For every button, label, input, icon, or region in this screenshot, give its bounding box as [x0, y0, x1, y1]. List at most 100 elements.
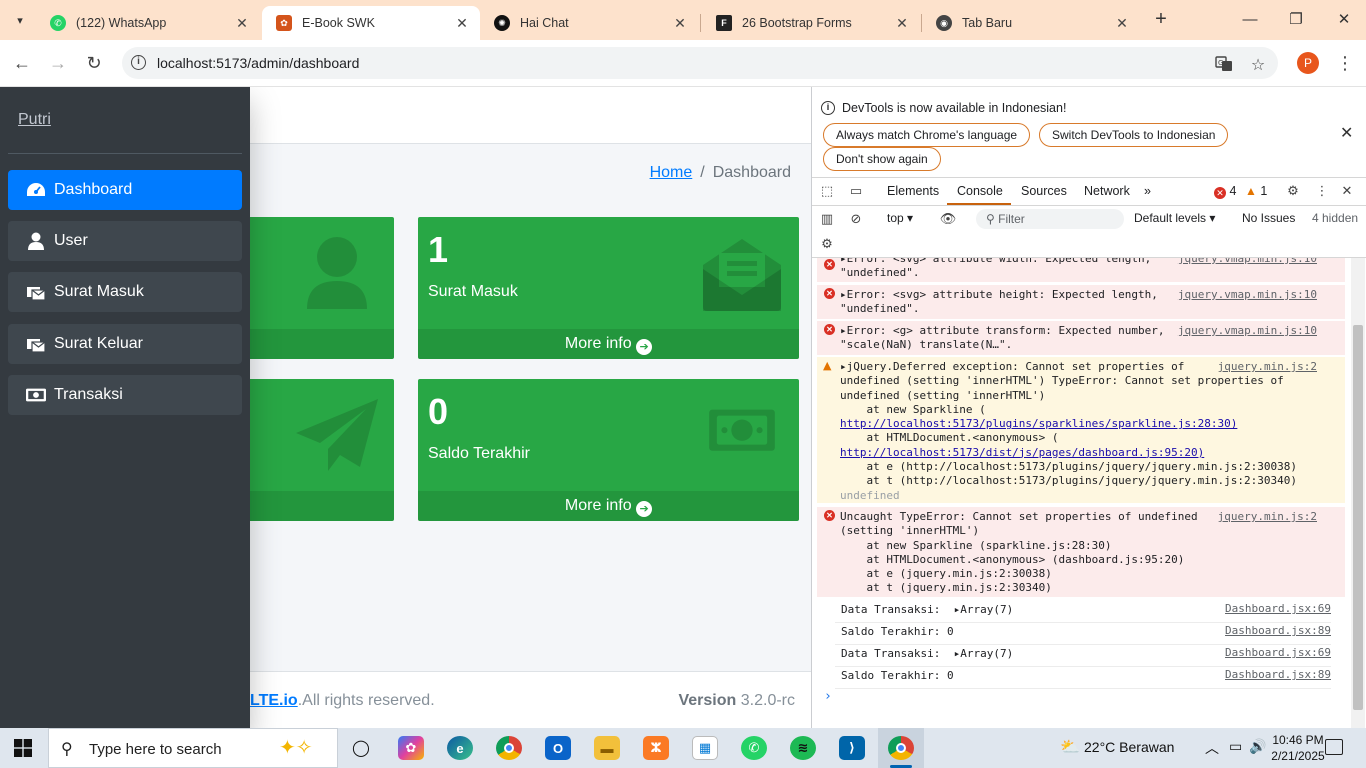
microsoft-store-icon[interactable]: ▦: [692, 736, 718, 760]
restore-icon[interactable]: ❐: [1284, 8, 1308, 32]
sidebar-item-dashboard[interactable]: Dashboard: [8, 170, 242, 210]
close-window-icon[interactable]: ✕: [1332, 8, 1356, 32]
warning-count-badge[interactable]: ▲ 1: [1245, 184, 1267, 198]
close-tab-icon[interactable]: ✕: [452, 15, 472, 32]
show-hidden-icons-chevron-icon[interactable]: ︿: [1205, 738, 1219, 758]
address-bar[interactable]: i localhost:5173/admin/dashboard G ☆: [122, 47, 1278, 79]
task-view-icon[interactable]: ◯: [348, 736, 374, 760]
console-input-prompt[interactable]: ›: [824, 689, 832, 704]
sidebar-item-surat-keluar[interactable]: Surat Keluar: [8, 324, 242, 364]
volume-icon[interactable]: 🔊: [1249, 738, 1266, 755]
tab-sources[interactable]: Sources: [1021, 184, 1067, 198]
settings-gear-icon[interactable]: ⚙: [1284, 183, 1302, 201]
log-levels-dropdown[interactable]: Default levels ▾: [1134, 211, 1215, 225]
device-toolbar-icon[interactable]: ▭: [847, 183, 865, 201]
console-scrollbar-thumb[interactable]: [1353, 325, 1363, 710]
more-info-link[interactable]: More info ➔: [418, 491, 799, 521]
chrome-profile-icon[interactable]: [888, 736, 914, 760]
windows-start-icon[interactable]: [14, 739, 32, 757]
close-infobar-icon[interactable]: ✕: [1340, 123, 1353, 143]
message-source-link[interactable]: jquery.min.js:2: [1218, 510, 1317, 524]
message-source-link[interactable]: Dashboard.jsx:89: [1225, 668, 1331, 682]
more-info-link[interactable]: More info ➔: [418, 329, 799, 359]
xampp-icon[interactable]: ⵣ: [643, 736, 669, 760]
tab-console[interactable]: Console: [957, 184, 1003, 198]
sidebar-item-surat-masuk[interactable]: Surat Masuk: [8, 272, 242, 312]
sidebar-toggle-icon[interactable]: ▥: [818, 211, 836, 229]
chrome-icon[interactable]: [496, 736, 522, 760]
browser-tab-whatsapp[interactable]: ✆ (122) WhatsApp ✕: [36, 6, 260, 40]
bookmark-star-icon[interactable]: ☆: [1248, 55, 1268, 74]
console-settings-gear-icon[interactable]: ⚙: [818, 236, 836, 254]
taskbar-search-box[interactable]: ⚲ Type here to search ✦✧: [48, 728, 338, 768]
stack-trace-link[interactable]: at e (http://localhost:5173/plugins/jque…: [840, 460, 1345, 474]
sidebar-brand-user[interactable]: Putri: [18, 111, 51, 129]
notification-center-icon[interactable]: [1325, 739, 1343, 755]
stack-trace-link[interactable]: at t (jquery.min.js:2:30340): [840, 581, 1345, 595]
clear-console-icon[interactable]: ⊘: [847, 211, 865, 229]
message-source-link[interactable]: jquery.vmap.min.js:10: [1178, 288, 1317, 302]
message-source-link[interactable]: jquery.vmap.min.js:10: [1178, 324, 1317, 338]
message-line[interactable]: Data Transaksi: ▸Array(7): [841, 647, 1013, 660]
dont-show-again-button[interactable]: Don't show again: [823, 147, 941, 171]
tab-network[interactable]: Network: [1084, 184, 1130, 198]
edge-icon[interactable]: e: [447, 736, 473, 760]
taskbar-clock[interactable]: 10:46 PM 2/21/2025: [1268, 732, 1328, 764]
close-tab-icon[interactable]: ✕: [1112, 15, 1132, 32]
stack-trace-link[interactable]: at t (http://localhost:5173/plugins/jque…: [840, 474, 1345, 488]
tab-search-button[interactable]: ▾: [8, 8, 32, 32]
chrome-menu-icon[interactable]: ⋮: [1336, 52, 1354, 74]
forward-arrow-icon[interactable]: →: [46, 52, 70, 76]
stack-trace-link[interactable]: at new Sparkline (sparkline.js:28:30): [840, 539, 1345, 553]
browser-tab-hai-chat[interactable]: ✺ Hai Chat ✕: [480, 6, 698, 40]
back-arrow-icon[interactable]: ←: [10, 52, 34, 76]
copilot-icon[interactable]: ✿: [398, 736, 424, 760]
tab-elements[interactable]: Elements: [887, 184, 939, 198]
url-text[interactable]: localhost:5173/admin/dashboard: [157, 55, 359, 71]
issues-counter[interactable]: No Issues: [1242, 211, 1295, 225]
console-filter-input[interactable]: ⚲ Filter: [976, 209, 1124, 229]
always-match-language-button[interactable]: Always match Chrome's language: [823, 123, 1031, 147]
inspect-element-icon[interactable]: ⬚: [818, 183, 836, 201]
new-tab-button[interactable]: +: [1150, 8, 1172, 30]
sidebar-item-user[interactable]: User: [8, 221, 242, 261]
context-selector[interactable]: top ▾: [887, 211, 913, 225]
browser-tab-bootstrap-forms[interactable]: F 26 Bootstrap Forms ✕: [702, 6, 920, 40]
footer-link[interactable]: LTE.io: [250, 692, 298, 709]
network-icon[interactable]: ▭: [1229, 738, 1242, 755]
file-explorer-icon[interactable]: ▬: [594, 736, 620, 760]
translate-icon[interactable]: G: [1214, 55, 1234, 73]
message-source-link[interactable]: Dashboard.jsx:69: [1225, 602, 1331, 616]
site-info-icon[interactable]: i: [131, 55, 146, 70]
message-source-link[interactable]: Dashboard.jsx:69: [1225, 646, 1331, 660]
vscode-icon[interactable]: ⟩: [839, 736, 865, 760]
close-tab-icon[interactable]: ✕: [232, 15, 252, 32]
profile-avatar[interactable]: P: [1297, 52, 1319, 74]
message-source-link[interactable]: jquery.min.js:2: [1218, 360, 1317, 374]
outlook-icon[interactable]: O: [545, 736, 571, 760]
more-tabs-icon[interactable]: »: [1144, 184, 1151, 198]
sidebar-item-transaksi[interactable]: Transaksi: [8, 375, 242, 415]
breadcrumb-home-link[interactable]: Home: [650, 164, 693, 181]
message-line[interactable]: Data Transaksi: ▸Array(7): [841, 603, 1013, 616]
stack-trace-link[interactable]: http://localhost:5173/dist/js/pages/dash…: [840, 446, 1345, 460]
close-tab-icon[interactable]: ✕: [670, 15, 690, 32]
message-source-link[interactable]: Dashboard.jsx:89: [1225, 624, 1331, 638]
stack-trace-link[interactable]: at HTMLDocument.<anonymous> (dashboard.j…: [840, 553, 1345, 567]
reload-icon[interactable]: ↻: [82, 52, 106, 76]
spotify-icon[interactable]: ≋: [790, 736, 816, 760]
whatsapp-icon[interactable]: ✆: [741, 736, 767, 760]
stack-trace-link[interactable]: http://localhost:5173/plugins/sparklines…: [840, 417, 1345, 431]
close-devtools-icon[interactable]: ✕: [1338, 183, 1356, 201]
switch-to-indonesian-button[interactable]: Switch DevTools to Indonesian: [1039, 123, 1229, 147]
close-tab-icon[interactable]: ✕: [892, 15, 912, 32]
weather-widget[interactable]: ⛅ 22°C Berawan: [1060, 737, 1174, 757]
error-count-badge[interactable]: ✕ 4: [1214, 184, 1236, 199]
minimize-icon[interactable]: —: [1238, 8, 1262, 32]
browser-tab-ebook-swk[interactable]: ✿ E-Book SWK ✕: [262, 6, 480, 40]
stack-trace-link[interactable]: at e (jquery.min.js:2:30038): [840, 567, 1345, 581]
browser-tab-tab-baru[interactable]: ◉ Tab Baru ✕: [922, 6, 1140, 40]
message-source-link[interactable]: jquery.vmap.min.js:10: [1178, 258, 1317, 266]
live-expression-eye-icon[interactable]: 👁: [939, 211, 957, 229]
devtools-menu-icon[interactable]: ⋮: [1313, 183, 1331, 201]
